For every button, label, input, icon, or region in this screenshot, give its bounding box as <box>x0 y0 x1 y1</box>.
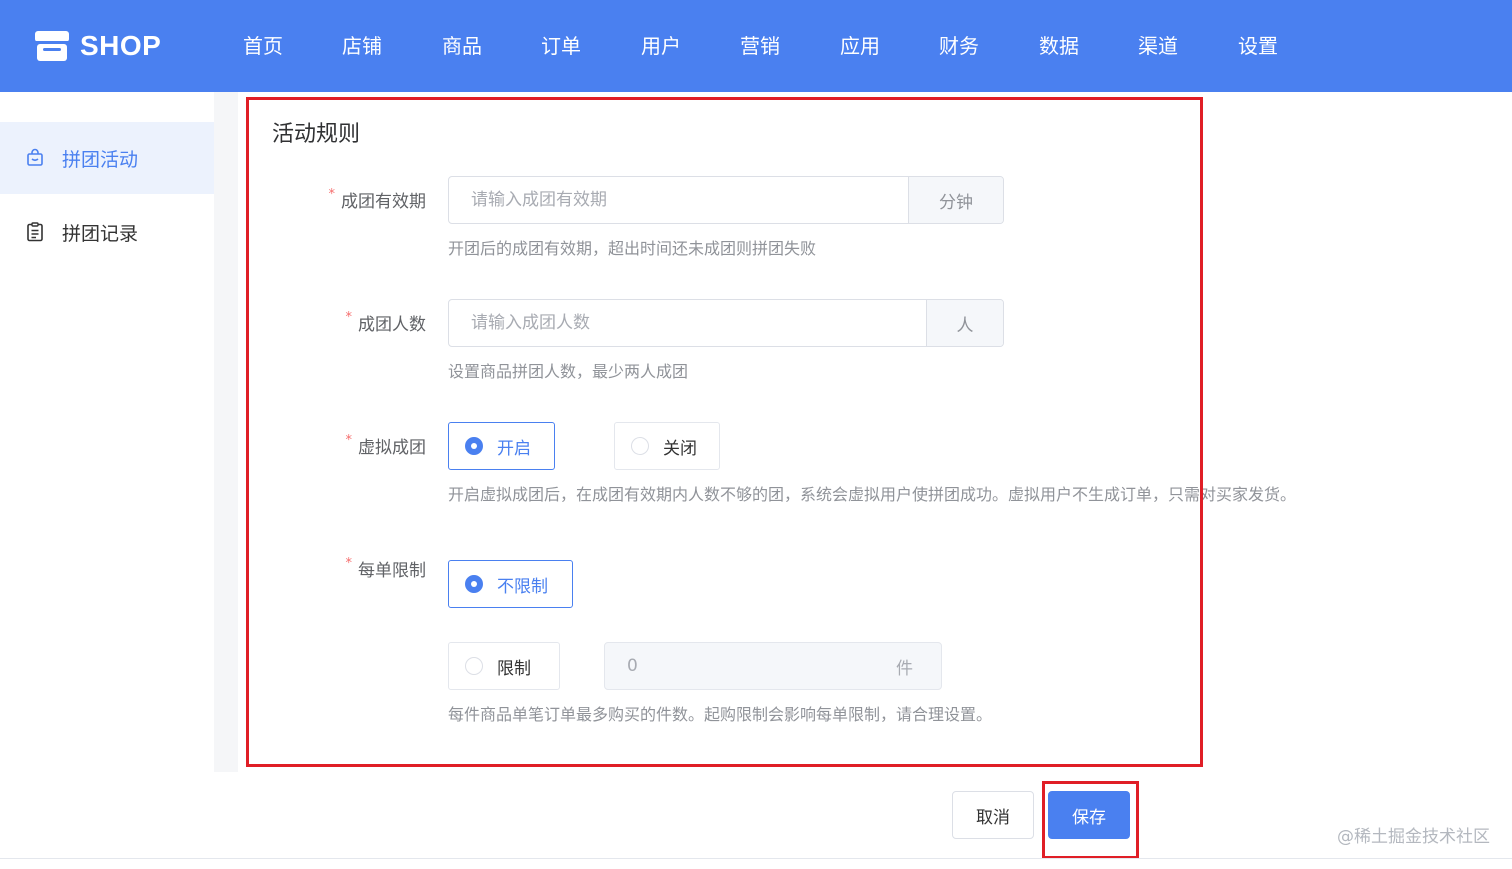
virtual-on-radio[interactable]: 开启 <box>448 422 555 470</box>
sidebar-item-label: 拼团记录 <box>62 222 139 245</box>
sidebar-item-label: 拼团活动 <box>62 148 139 171</box>
nav-item-settings[interactable]: 设置 <box>1238 30 1278 62</box>
cancel-button[interactable]: 取消 <box>952 791 1034 839</box>
required-mark: * <box>328 187 336 202</box>
sidebar: 拼团活动 拼团记录 <box>0 92 214 772</box>
validity-input-group: 分钟 <box>448 176 1004 224</box>
group-size-unit: 人 <box>926 300 1003 346</box>
validity-input[interactable] <box>449 177 908 223</box>
virtual-off-radio[interactable]: 关闭 <box>614 422 720 470</box>
group-size-input[interactable] <box>449 300 926 346</box>
shop-icon <box>34 29 70 63</box>
sidebar-item-group-activity[interactable]: 拼团活动 <box>0 122 214 194</box>
watermark: @稀土掘金技术社区 <box>1337 827 1490 847</box>
logo[interactable]: SHOP <box>34 26 161 66</box>
nav-item-orders[interactable]: 订单 <box>541 30 581 62</box>
radio-checked-icon <box>465 437 483 455</box>
radio-label: 限制 <box>497 658 531 679</box>
required-mark: * <box>345 310 353 325</box>
clipboard-icon <box>26 222 44 242</box>
virtual-group-label: * 虚拟成团 <box>345 433 427 458</box>
nav-item-store[interactable]: 店铺 <box>342 30 382 62</box>
required-mark: * <box>345 556 353 571</box>
group-size-label: * 成团人数 <box>345 310 427 335</box>
footer-divider <box>0 858 1512 859</box>
no-limit-radio[interactable]: 不限制 <box>448 560 573 608</box>
nav-item-home[interactable]: 首页 <box>243 30 283 62</box>
limit-radio[interactable]: 限制 <box>448 642 560 690</box>
nav-item-channels[interactable]: 渠道 <box>1138 30 1178 62</box>
limit-quantity-unit: 件 <box>896 658 913 679</box>
group-size-hint: 设置商品拼团人数，最少两人成团 <box>448 362 689 381</box>
logo-text: SHOP <box>80 30 162 61</box>
validity-hint: 开团后的成团有效期，超出时间还未成团则拼团失败 <box>448 239 817 258</box>
required-mark: * <box>345 433 353 448</box>
content-gutter <box>214 92 238 772</box>
virtual-group-hint: 开启虚拟成团后，在成团有效期内人数不够的团，系统会虚拟用户使拼团成功。虚拟用户不… <box>448 485 1297 504</box>
radio-label: 不限制 <box>497 576 548 597</box>
radio-label: 开启 <box>497 438 531 459</box>
order-limit-hint: 每件商品单笔订单最多购买的件数。起购限制会影响每单限制，请合理设置。 <box>448 705 993 724</box>
radio-label: 关闭 <box>663 438 697 459</box>
sidebar-item-group-records[interactable]: 拼团记录 <box>0 196 214 268</box>
order-limit-label: * 每单限制 <box>345 556 427 581</box>
save-button[interactable]: 保存 <box>1048 791 1130 839</box>
section-title: 活动规则 <box>272 122 361 147</box>
group-size-input-group: 人 <box>448 299 1004 347</box>
nav-item-users[interactable]: 用户 <box>641 30 681 62</box>
nav-item-apps[interactable]: 应用 <box>840 30 880 62</box>
limit-quantity-input[interactable]: 0 件 <box>604 642 942 690</box>
nav-item-products[interactable]: 商品 <box>442 30 482 62</box>
radio-unchecked-icon <box>465 657 483 675</box>
top-navbar: SHOP 首页 店铺 商品 订单 用户 营销 应用 财务 数据 渠道 设置 <box>0 0 1512 92</box>
nav-item-marketing[interactable]: 营销 <box>740 30 780 62</box>
radio-checked-icon <box>465 575 483 593</box>
validity-unit: 分钟 <box>908 177 1003 223</box>
validity-label: * 成团有效期 <box>328 187 427 212</box>
radio-unchecked-icon <box>631 437 649 455</box>
shopping-bag-icon <box>26 148 44 168</box>
nav-item-finance[interactable]: 财务 <box>939 30 979 62</box>
nav-item-data[interactable]: 数据 <box>1039 30 1079 62</box>
limit-quantity-value: 0 <box>627 656 638 676</box>
